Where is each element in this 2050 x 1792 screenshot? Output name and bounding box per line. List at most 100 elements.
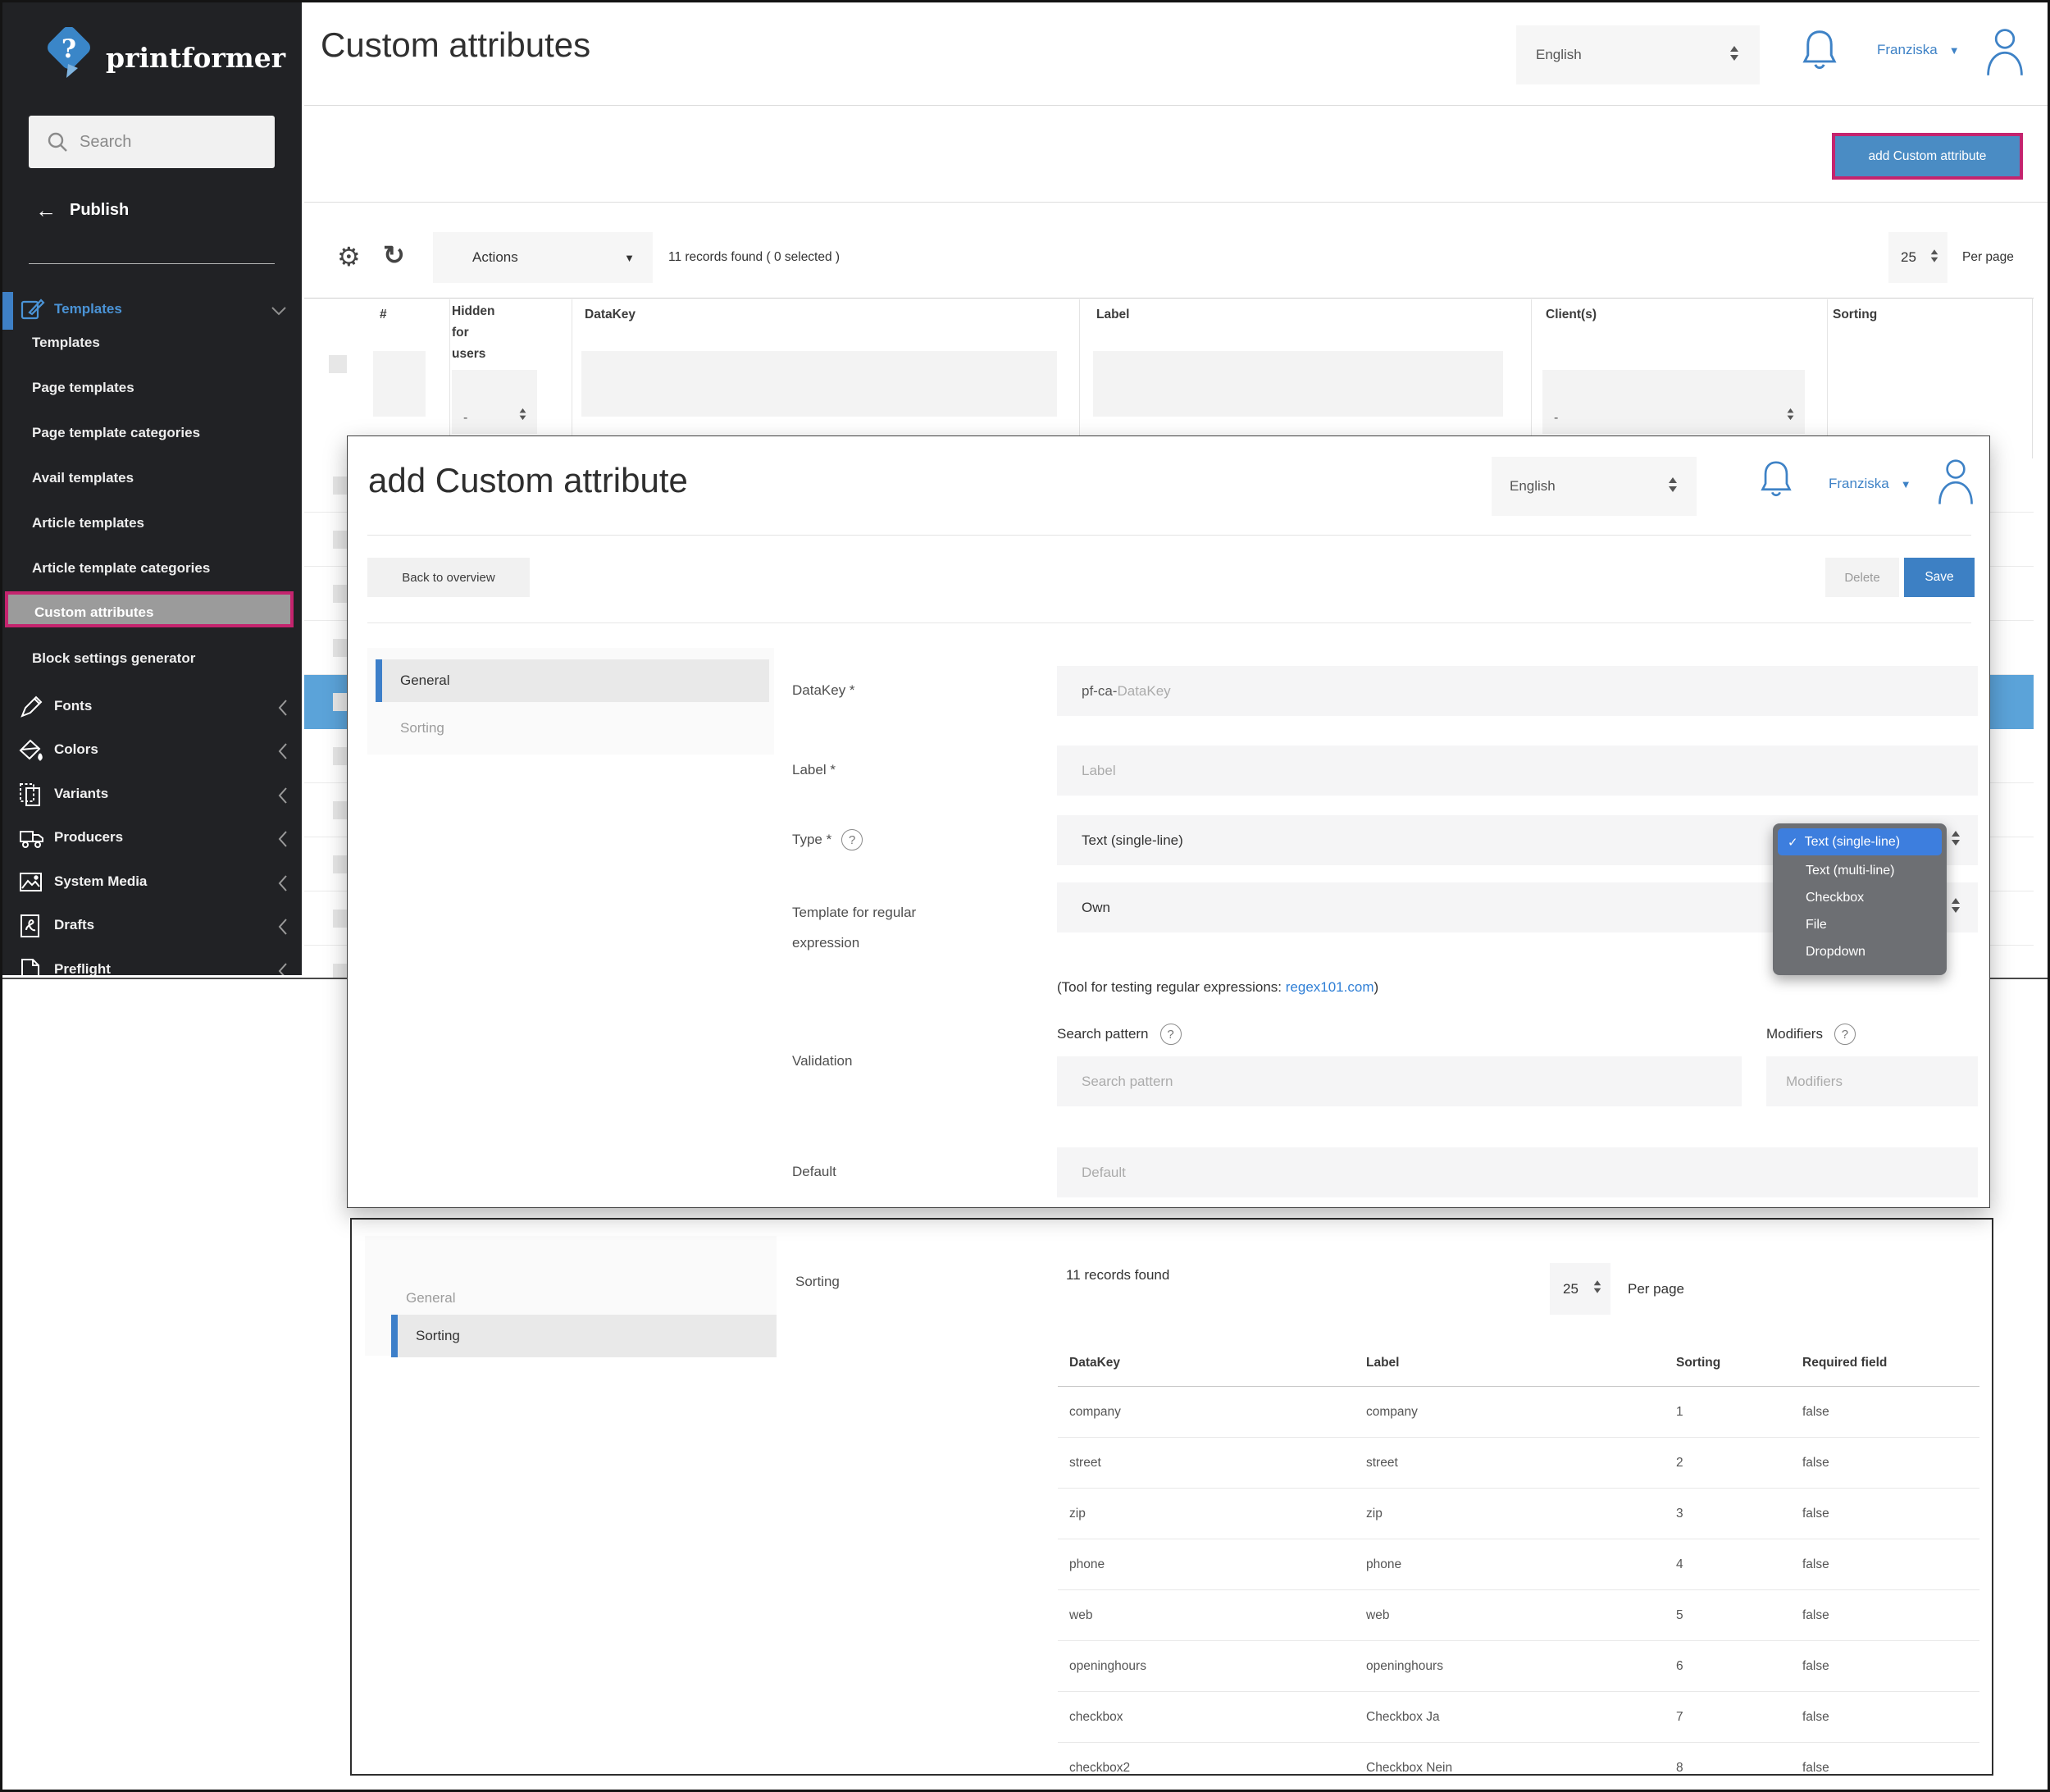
chevron-left-icon: [277, 874, 289, 896]
datakey-filter-input[interactable]: [581, 351, 1057, 417]
regex101-link[interactable]: regex101.com: [1286, 979, 1374, 995]
sidebar-section-preflight[interactable]: Preflight: [2, 955, 302, 975]
search-pattern-label-row: Search pattern ?: [1057, 1024, 1182, 1045]
search-placeholder: Search: [80, 132, 132, 151]
tab-general[interactable]: General: [376, 659, 769, 702]
sidebar-section-fonts[interactable]: Fonts: [2, 691, 302, 724]
menu-item-dropdown[interactable]: Dropdown: [1778, 938, 1942, 965]
sorting-field-label: Sorting: [795, 1274, 840, 1289]
pencil-icon: [19, 695, 45, 721]
pages-icon: [19, 782, 45, 809]
sidebar-section-drafts[interactable]: Drafts: [2, 910, 302, 943]
regex-tool-note: (Tool for testing regular expressions: r…: [1057, 979, 1379, 995]
validation-label: Validation: [792, 1053, 853, 1069]
menu-item-text-single-line[interactable]: ✓ Text (single-line): [1778, 828, 1942, 855]
dialog-user-menu[interactable]: Franziska ▼: [1829, 476, 1911, 492]
per-page-label: Per page: [1628, 1281, 1684, 1297]
column-header-hidden-for-users[interactable]: Hidden for users: [452, 301, 495, 365]
bell-icon[interactable]: [1760, 458, 1793, 506]
table-row[interactable]: company company 1 false: [1058, 1387, 1979, 1438]
column-header-clients[interactable]: Client(s): [1546, 308, 1597, 322]
sidebar-item-block-settings-generator[interactable]: Block settings generator: [2, 637, 302, 680]
menu-item-text-multi-line[interactable]: Text (multi-line): [1778, 857, 1942, 884]
sidebar-item-page-templates[interactable]: Page templates: [2, 367, 302, 409]
default-input[interactable]: Default: [1057, 1147, 1978, 1197]
page-size-select[interactable]: 25: [1550, 1263, 1610, 1315]
printformer-logo-icon: ?: [43, 26, 96, 89]
dialog-tab-panel: General Sorting: [367, 648, 774, 755]
label-input[interactable]: Label: [1057, 746, 1978, 796]
checkmark-icon: ✓: [1788, 835, 1798, 850]
label-filter-input[interactable]: [1093, 351, 1503, 417]
person-icon[interactable]: [1937, 456, 1975, 511]
table-row[interactable]: web web 5 false: [1058, 1590, 1979, 1641]
sidebar-section-producers[interactable]: Producers: [2, 823, 302, 855]
tab-general[interactable]: General: [406, 1290, 455, 1306]
table-row[interactable]: checkbox Checkbox Ja 7 false: [1058, 1692, 1979, 1743]
column-header-sorting[interactable]: Sorting: [1676, 1356, 1720, 1370]
number-filter-input[interactable]: [373, 351, 426, 417]
column-header-label[interactable]: Label: [1096, 308, 1129, 322]
table-row[interactable]: street street 2 false: [1058, 1438, 1979, 1489]
chevron-left-icon: [277, 918, 289, 940]
save-button[interactable]: Save: [1904, 558, 1975, 597]
tab-sorting[interactable]: Sorting: [391, 1315, 777, 1357]
image-icon: [19, 870, 45, 896]
question-circle-icon[interactable]: ?: [841, 829, 863, 850]
sidebar-section-system-media[interactable]: System Media: [2, 867, 302, 900]
back-to-overview-button[interactable]: Back to overview: [367, 558, 530, 597]
add-custom-attribute-dialog: add Custom attribute English Franziska ▼…: [347, 435, 1990, 1208]
sidebar-item-avail-templates[interactable]: Avail templates: [2, 457, 302, 499]
modifiers-input[interactable]: Modifiers: [1766, 1056, 1978, 1106]
document-icon: [19, 958, 45, 975]
svg-text:?: ?: [61, 34, 76, 64]
column-header-datakey[interactable]: DataKey: [1069, 1356, 1120, 1370]
table-row[interactable]: openinghours openinghours 6 false: [1058, 1641, 1979, 1692]
sidebar-section-colors[interactable]: Colors: [2, 735, 302, 768]
modifiers-label-row: Modifiers ?: [1766, 1024, 1856, 1045]
sidebar-section-variants[interactable]: Variants: [2, 779, 302, 812]
select-all-checkbox[interactable]: [329, 355, 347, 373]
publish-back-link[interactable]: ← Publish: [35, 199, 129, 221]
clients-filter-select[interactable]: -: [1542, 370, 1805, 434]
column-header-number[interactable]: #: [380, 308, 387, 322]
type-dropdown-menu: ✓ Text (single-line) Text (multi-line) C…: [1773, 823, 1947, 975]
menu-item-file[interactable]: File: [1778, 911, 1942, 938]
column-header-required-field[interactable]: Required field: [1802, 1356, 1887, 1370]
question-circle-icon[interactable]: ?: [1834, 1024, 1856, 1045]
sidebar-item-page-template-categories[interactable]: Page template categories: [2, 412, 302, 454]
sidebar-item-custom-attributes[interactable]: Custom attributes: [5, 591, 294, 627]
chevron-left-icon: [277, 742, 289, 764]
sidebar-item-article-templates[interactable]: Article templates: [2, 502, 302, 545]
hidden-filter-select[interactable]: -: [452, 370, 537, 434]
column-header-sorting[interactable]: Sorting: [1833, 308, 1877, 322]
tab-sorting[interactable]: Sorting: [400, 720, 444, 736]
arrow-left-icon: ←: [35, 198, 57, 222]
sorting-table-header: DataKey Label Sorting Required field: [1058, 1349, 1979, 1387]
datakey-input[interactable]: pf-ca- DataKey: [1057, 666, 1978, 716]
type-label-row: Type * ?: [792, 829, 863, 850]
regex-template-label: Template for regular expression: [792, 905, 917, 951]
user-name: Franziska: [1829, 476, 1889, 491]
stepper-icon: [1592, 1279, 1602, 1299]
chevron-left-icon: [277, 787, 289, 809]
question-circle-icon[interactable]: ?: [1159, 1024, 1182, 1045]
panel2-tab-panel: General Sorting: [365, 1236, 777, 1357]
active-tab-bar: [376, 659, 382, 702]
table-row[interactable]: phone phone 4 false: [1058, 1539, 1979, 1590]
delete-button[interactable]: Delete: [1825, 558, 1899, 597]
menu-item-checkbox[interactable]: Checkbox: [1778, 884, 1942, 911]
chevron-left-icon: [277, 830, 289, 852]
search-input[interactable]: Search: [29, 116, 275, 168]
sidebar-item-templates[interactable]: Templates: [2, 321, 302, 364]
column-header-datakey[interactable]: DataKey: [585, 308, 636, 322]
column-header-label[interactable]: Label: [1366, 1356, 1399, 1370]
sorting-panel: General Sorting Sorting 11 records found…: [350, 1218, 1993, 1776]
search-pattern-input[interactable]: Search pattern: [1057, 1056, 1742, 1106]
dialog-title: add Custom attribute: [368, 461, 688, 499]
table-row[interactable]: checkbox2 Checkbox Nein 8 false: [1058, 1743, 1979, 1774]
table-row[interactable]: zip zip 3 false: [1058, 1489, 1979, 1539]
dialog-language-select[interactable]: English: [1492, 457, 1697, 516]
add-custom-attribute-button[interactable]: add Custom attribute: [1835, 136, 2020, 176]
sidebar-item-article-template-categories[interactable]: Article template categories: [2, 547, 302, 590]
